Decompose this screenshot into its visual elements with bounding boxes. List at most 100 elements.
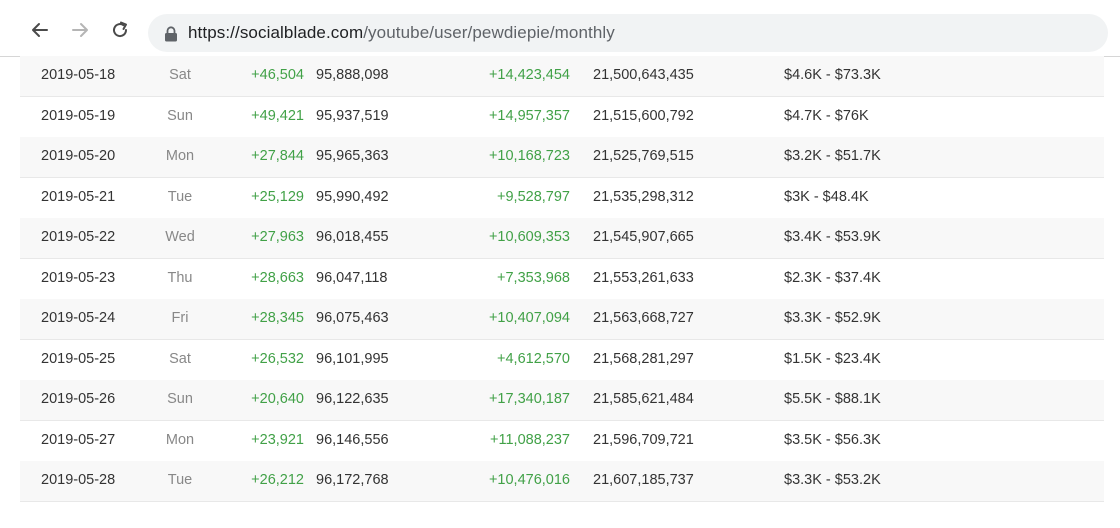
date-cell: 2019-05-19 bbox=[41, 107, 116, 124]
table-row: 2019-05-20 Mon +27,844 95,965,363 +10,168,72… bbox=[20, 137, 1104, 178]
stats-table: 2019-05-18 Sat +46,504 95,888,098 +14,423,45… bbox=[20, 56, 1104, 504]
day-cell: Wed bbox=[165, 229, 195, 245]
view-change-cell: +10,407,094 bbox=[488, 310, 570, 326]
view-change-cell: +7,353,968 bbox=[497, 269, 570, 286]
subscriber-change-cell: +49,421 bbox=[251, 107, 304, 124]
subscriber-change-cell: +23,921 bbox=[251, 431, 304, 448]
estimated-earnings-cell: $3.5K - $56.3K bbox=[784, 431, 881, 448]
view-change-cell: +14,957,357 bbox=[488, 107, 570, 124]
subscriber-total-cell: 96,122,635 bbox=[316, 391, 389, 407]
table-row: 2019-05-27 Mon +23,921 96,146,556 +11,088,23… bbox=[20, 421, 1104, 462]
subscriber-total-cell: 95,965,363 bbox=[316, 148, 389, 164]
view-change-cell: +9,528,797 bbox=[497, 188, 570, 205]
estimated-earnings-cell: $2.3K - $37.4K bbox=[784, 269, 881, 286]
subscriber-change-cell: +27,844 bbox=[251, 148, 304, 164]
reload-icon bbox=[113, 21, 128, 38]
subscriber-change-cell: +27,963 bbox=[251, 229, 304, 245]
view-change-cell: +11,088,237 bbox=[490, 431, 570, 448]
subscriber-total-cell: 96,172,768 bbox=[316, 472, 389, 488]
date-cell: 2019-05-21 bbox=[41, 188, 116, 205]
estimated-earnings-cell: $1.5K - $23.4K bbox=[784, 350, 881, 367]
table-row: 2019-05-19 Sun +49,421 95,937,519 +14,957,35… bbox=[20, 97, 1104, 138]
estimated-earnings-cell: $4.6K - $73.3K bbox=[784, 67, 881, 83]
estimated-earnings-cell: $3.3K - $52.9K bbox=[784, 310, 881, 326]
day-cell: Tue bbox=[167, 472, 193, 488]
subscriber-change-cell: +25,129 bbox=[251, 188, 304, 205]
view-total-cell: 21,500,643,435 bbox=[593, 67, 694, 83]
view-total-cell: 21,568,281,297 bbox=[593, 350, 694, 367]
view-total-cell: 21,535,298,312 bbox=[593, 188, 694, 205]
table-row: 2019-05-25 Sat +26,532 96,101,995 +4,612,570… bbox=[20, 340, 1104, 381]
subscriber-total-cell: 96,146,556 bbox=[316, 431, 389, 448]
forward-button[interactable] bbox=[68, 18, 92, 42]
view-change-cell: +17,340,187 bbox=[488, 391, 570, 407]
subscriber-change-cell: +28,345 bbox=[251, 310, 304, 326]
estimated-earnings-cell: $3.4K - $53.9K bbox=[784, 229, 881, 245]
table-row: 2019-05-21 Tue +25,129 95,990,492 +9,528,797… bbox=[20, 178, 1104, 219]
date-cell: 2019-05-27 bbox=[41, 431, 116, 448]
day-cell: Mon bbox=[165, 148, 195, 164]
lock-icon bbox=[165, 26, 177, 42]
subscriber-change-cell: +26,532 bbox=[251, 350, 304, 367]
day-cell: Sat bbox=[169, 350, 191, 367]
date-cell: 2019-05-25 bbox=[41, 350, 116, 367]
day-cell: Sun bbox=[167, 107, 193, 124]
date-cell: 2019-05-20 bbox=[41, 148, 116, 164]
url-text[interactable]: https://socialblade.com/youtube/user/pew… bbox=[188, 23, 615, 43]
url-path: /youtube/user/pewdiepie/monthly bbox=[363, 23, 615, 42]
table-row: 2019-05-23 Thu +28,663 96,047,118 +7,353,968… bbox=[20, 259, 1104, 300]
table-row: 2019-05-26 Sun +20,640 96,122,635 +17,340,18… bbox=[20, 380, 1104, 421]
view-total-cell: 21,515,600,792 bbox=[593, 107, 694, 124]
day-cell: Mon bbox=[165, 431, 195, 448]
date-cell: 2019-05-22 bbox=[41, 229, 116, 245]
view-change-cell: +10,609,353 bbox=[488, 229, 570, 245]
day-cell: Tue bbox=[167, 188, 193, 205]
table-row: 2019-05-18 Sat +46,504 95,888,098 +14,423,45… bbox=[20, 56, 1104, 97]
view-total-cell: 21,596,709,721 bbox=[593, 431, 694, 448]
estimated-earnings-cell: $3K - $48.4K bbox=[784, 188, 869, 205]
table-row: 2019-05-28 Tue +26,212 96,172,768 +10,476,01… bbox=[20, 461, 1104, 502]
view-total-cell: 21,525,769,515 bbox=[593, 148, 694, 164]
subscriber-change-cell: +46,504 bbox=[251, 67, 304, 83]
date-cell: 2019-05-28 bbox=[41, 472, 116, 488]
reload-button[interactable] bbox=[108, 18, 132, 42]
day-cell: Sun bbox=[167, 391, 193, 407]
back-button[interactable] bbox=[28, 18, 52, 42]
estimated-earnings-cell: $4.7K - $76K bbox=[784, 107, 869, 124]
view-total-cell: 21,553,261,633 bbox=[593, 269, 694, 286]
url-host: https://socialblade.com bbox=[188, 23, 364, 42]
table-row: 2019-05-22 Wed +27,963 96,018,455 +10,609,35… bbox=[20, 218, 1104, 259]
subscriber-total-cell: 96,018,455 bbox=[316, 229, 389, 245]
view-change-cell: +4,612,570 bbox=[497, 350, 570, 367]
subscriber-total-cell: 96,101,995 bbox=[316, 350, 389, 367]
subscriber-total-cell: 96,075,463 bbox=[316, 310, 389, 326]
back-arrow-icon bbox=[32, 23, 48, 37]
view-total-cell: 21,545,907,665 bbox=[593, 229, 694, 245]
address-bar[interactable]: https://socialblade.com/youtube/user/pew… bbox=[148, 14, 1108, 52]
subscriber-total-cell: 96,047,118 bbox=[316, 269, 388, 286]
view-change-cell: +10,476,016 bbox=[488, 472, 570, 488]
subscriber-total-cell: 95,937,519 bbox=[316, 107, 389, 124]
browser-toolbar: https://socialblade.com/youtube/user/pew… bbox=[0, 0, 1120, 57]
day-cell: Thu bbox=[167, 269, 193, 286]
estimated-earnings-cell: $5.5K - $88.1K bbox=[784, 391, 881, 407]
date-cell: 2019-05-23 bbox=[41, 269, 116, 286]
subscriber-change-cell: +26,212 bbox=[251, 472, 304, 488]
subscriber-change-cell: +20,640 bbox=[251, 391, 304, 407]
date-cell: 2019-05-18 bbox=[41, 67, 116, 83]
subscriber-total-cell: 95,990,492 bbox=[316, 188, 389, 205]
table-row: 2019-05-24 Fri +28,345 96,075,463 +10,407,09… bbox=[20, 299, 1104, 340]
estimated-earnings-cell: $3.2K - $51.7K bbox=[784, 148, 881, 164]
forward-arrow-icon bbox=[72, 23, 88, 37]
date-cell: 2019-05-24 bbox=[41, 310, 116, 326]
view-total-cell: 21,607,185,737 bbox=[593, 472, 694, 488]
subscriber-total-cell: 95,888,098 bbox=[316, 67, 389, 83]
subscriber-change-cell: +28,663 bbox=[251, 269, 304, 286]
view-change-cell: +14,423,454 bbox=[488, 67, 570, 83]
date-cell: 2019-05-26 bbox=[41, 391, 116, 407]
day-cell: Fri bbox=[171, 310, 189, 326]
estimated-earnings-cell: $3.3K - $53.2K bbox=[784, 472, 881, 488]
day-cell: Sat bbox=[169, 67, 191, 83]
view-total-cell: 21,585,621,484 bbox=[593, 391, 694, 407]
view-change-cell: +10,168,723 bbox=[488, 148, 570, 164]
